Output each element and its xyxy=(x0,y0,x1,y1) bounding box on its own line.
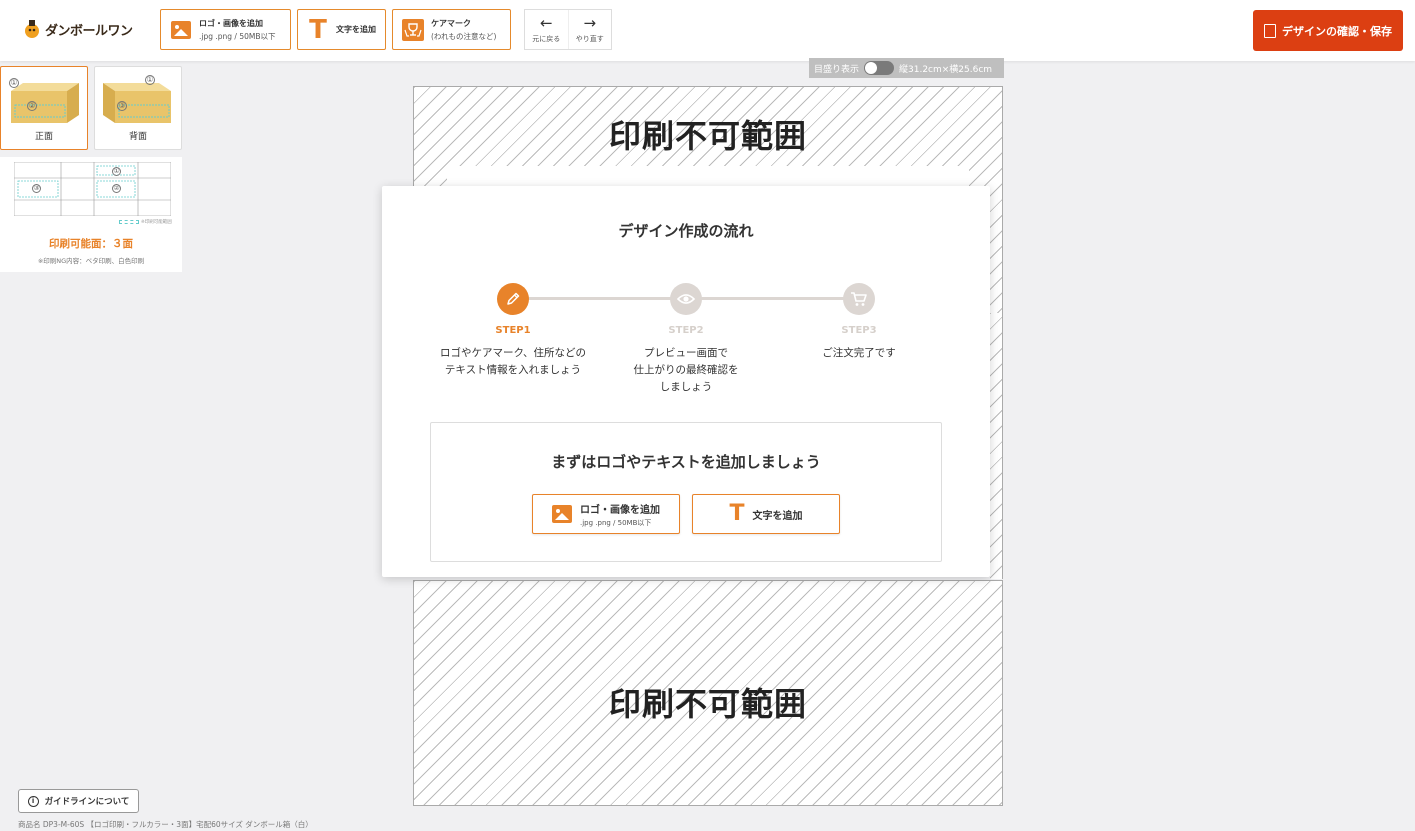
add-logo-image-button[interactable]: ロゴ・画像を追加 .jpg .png / 50MB以下 xyxy=(160,9,291,50)
face-label-back: 背面 xyxy=(128,132,147,142)
no-print-area-bottom: 印刷不可範囲 xyxy=(413,580,1003,806)
box-back-thumbnail xyxy=(101,77,175,125)
logo-text: ダンボールワン xyxy=(45,23,133,39)
cta-add-text-label: 文字を追加 xyxy=(752,510,803,522)
scale-toggle[interactable] xyxy=(864,61,895,75)
step2-name: STEP2 xyxy=(668,325,704,336)
diagram-marker: ② xyxy=(112,184,121,193)
add-logo-label: ロゴ・画像を追加 xyxy=(199,18,263,28)
cta-add-logo-label: ロゴ・画像を追加 xyxy=(580,504,660,516)
confirm-save-button[interactable]: デザインの確認・保存 xyxy=(1253,10,1403,51)
guideline-label: ガイドラインについて xyxy=(44,797,130,807)
product-name: 商品名 DP3-M-60S 【ロゴ印刷・フルカラー・3面】宅配60サイズ ダンボ… xyxy=(18,820,313,829)
step1-name: STEP1 xyxy=(495,325,531,336)
undo-button[interactable]: ← 元に戻る xyxy=(525,10,568,49)
diagram-marker: ③ xyxy=(32,184,41,193)
care-mark-icon xyxy=(402,18,424,41)
printable-area-top-edge xyxy=(447,166,969,188)
document-check-icon xyxy=(1264,23,1276,38)
undo-label: 元に戻る xyxy=(532,34,561,43)
cta-box: まずはロゴやテキストを追加しましょう ロゴ・画像を追加 .jpg .png / … xyxy=(430,422,942,562)
text-t-icon: T xyxy=(309,14,327,45)
cta-add-logo-sub: .jpg .png / 50MB以下 xyxy=(580,518,652,527)
step3-description: ご注文完了です xyxy=(822,347,896,359)
face-card-back[interactable]: ① ③ 背面 xyxy=(94,66,182,150)
step1-circle xyxy=(497,283,529,315)
modal-title: デザイン作成の流れ xyxy=(618,222,754,240)
face-marker: ① xyxy=(9,78,19,88)
no-print-side-strip xyxy=(990,313,1003,579)
step1-description: ロゴやケアマーク、住所などの テキスト情報を入れましょう xyxy=(439,347,587,376)
add-text-button[interactable]: T 文字を追加 xyxy=(297,9,386,50)
printable-faces-label: 印刷可能面：３面 xyxy=(49,238,133,250)
printable-legend-text: ※印刷可能範囲 xyxy=(141,220,172,225)
header: ダンボールワン ロゴ・画像を追加 .jpg .png / 50MB以下 T 文字… xyxy=(0,0,1415,61)
redo-label: やり直す xyxy=(575,34,604,43)
no-print-label-top: 印刷不可範囲 xyxy=(608,117,807,155)
face-label-front: 正面 xyxy=(34,132,53,142)
arrow-right-icon: → xyxy=(583,13,597,32)
cta-title: まずはロゴやテキストを追加しましょう xyxy=(551,453,821,471)
cart-icon xyxy=(851,292,867,306)
image-icon xyxy=(171,20,191,39)
guideline-button[interactable]: i ガイドラインについて xyxy=(18,789,139,813)
add-logo-sub: .jpg .png / 50MB以下 xyxy=(199,31,276,41)
scale-toolbar: 目盛り表示 縦31.2cm×横25.6cm xyxy=(809,58,1004,78)
logo[interactable]: ダンボールワン xyxy=(22,18,133,40)
diagram-marker: ① xyxy=(112,167,121,176)
care-mark-button[interactable]: ケアマーク (われもの注意など) xyxy=(392,9,511,50)
undo-redo-group: ← 元に戻る → やり直す xyxy=(524,9,612,50)
printable-legend: ※印刷可能範囲 xyxy=(119,219,172,225)
dashed-legend-icon xyxy=(119,220,139,224)
care-mark-sub: (われもの注意など) xyxy=(431,31,497,41)
face-marker: ③ xyxy=(117,101,127,111)
step2-circle xyxy=(670,283,702,315)
no-print-label-bottom: 印刷不可範囲 xyxy=(608,685,807,723)
dimensions-label: 縦31.2cm×横25.6cm xyxy=(899,64,993,75)
cta-add-text-button[interactable]: T 文字を追加 xyxy=(692,494,840,534)
redo-button[interactable]: → やり直す xyxy=(567,10,612,49)
print-ng-note: ※印刷NG内容：ベタ印刷、白色印刷 xyxy=(37,257,145,265)
info-icon: i xyxy=(27,795,39,807)
step2-description: プレビュー画面で 仕上がりの最終確認を しましょう xyxy=(633,347,739,393)
add-text-label: 文字を追加 xyxy=(336,25,376,34)
image-icon xyxy=(552,505,572,523)
eye-icon xyxy=(677,294,695,304)
box-development-diagram: ① ③ ② ※印刷可能範囲 印刷可能面：３面 ※印刷NG内容：ベタ印刷、白色印刷 xyxy=(0,157,182,272)
scale-label: 目盛り表示 xyxy=(814,64,860,75)
pencil-icon xyxy=(507,292,520,305)
logo-mark-icon xyxy=(22,18,42,40)
save-label: デザインの確認・保存 xyxy=(1282,24,1392,38)
cta-add-logo-button[interactable]: ロゴ・画像を追加 .jpg .png / 50MB以下 xyxy=(532,494,680,534)
step3-name: STEP3 xyxy=(841,325,877,336)
face-marker: ① xyxy=(145,75,155,85)
design-flow-modal: デザイン作成の流れ STEP1 STEP2 STEP3 ロゴやケアマーク、住所な… xyxy=(382,186,990,577)
care-mark-label: ケアマーク xyxy=(431,18,471,28)
arrow-left-icon: ← xyxy=(539,13,553,32)
text-t-icon: T xyxy=(729,501,745,526)
face-card-front[interactable]: ① ② 正面 xyxy=(0,66,88,150)
step3-circle xyxy=(843,283,875,315)
face-marker: ② xyxy=(27,101,37,111)
